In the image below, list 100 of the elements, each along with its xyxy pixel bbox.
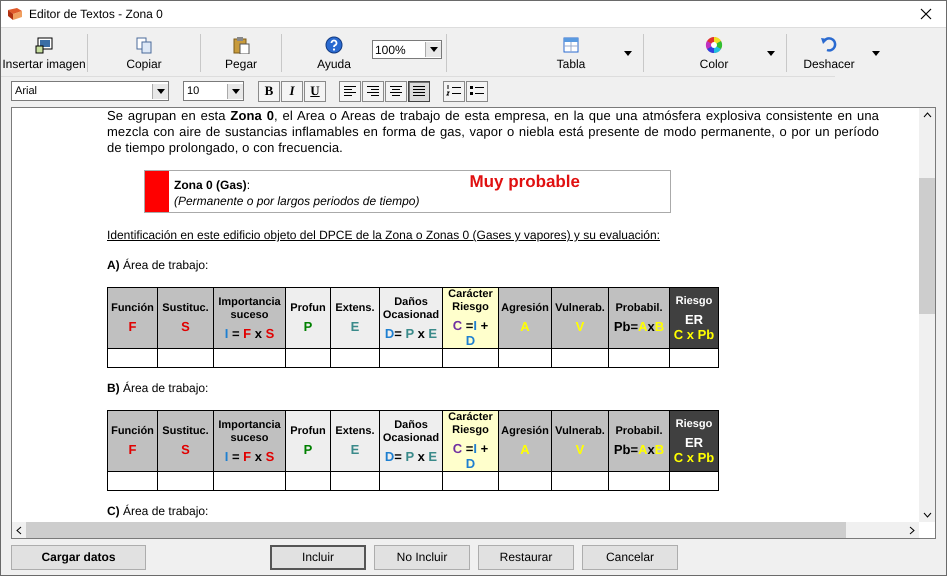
table-cell (214, 348, 286, 368)
image-button[interactable]: Insertar imagen (1, 31, 87, 75)
align-left-button[interactable] (339, 80, 361, 102)
table-cell (670, 472, 718, 490)
font-dropdown[interactable]: Arial (11, 81, 169, 101)
header-cell: Daños Ocasionad D= P x E (380, 410, 442, 472)
bold-button[interactable]: B (258, 80, 280, 102)
justify-button[interactable] (408, 80, 430, 102)
table-cell (608, 348, 670, 368)
size-dropdown[interactable]: 10 (183, 81, 244, 101)
table-cell (330, 348, 380, 368)
dropdown-arrow-icon (156, 88, 166, 94)
table-cell (380, 472, 442, 490)
header-cell: Importancia suceso I = F x S (214, 410, 286, 472)
scroll-left-icon (16, 526, 22, 534)
probability-label: Muy probable (469, 174, 580, 193)
header-cell: Función F (108, 288, 158, 348)
bullet-list-button[interactable] (466, 80, 488, 102)
table-cell (498, 348, 552, 368)
header-cell: Riesgo ER C x Pb (670, 288, 718, 348)
body-paragraph: Se agrupan en esta Zona 0, el Area o Areas de trabajo de esta empresa, en la que una atmósfera explosiva consistente en una mezcla con aire de sustancias inflamables en forma de gas, vapor o niebla está presente de modo permanente, o por un período de tiempo prolongado, o con frecuencia. (107, 108, 879, 156)
table-icon (562, 36, 580, 54)
header-cell: Vulnerab. V (552, 288, 608, 348)
dropdown-arrow-icon (230, 88, 240, 94)
area-label: B) Área de trabajo: (107, 380, 210, 396)
table-cell (380, 348, 442, 368)
align-left-icon (342, 83, 358, 99)
table-cell (552, 348, 608, 368)
dropdown-arrow-icon (766, 50, 776, 56)
table-button[interactable]: Tabla (539, 31, 599, 75)
paste-button[interactable]: Pegar (203, 31, 279, 75)
dropdown-arrow-icon (428, 46, 438, 53)
italic-button[interactable]: I (281, 80, 303, 102)
zoom-dropdown[interactable]: 100% (372, 40, 442, 59)
scrollbar-thumb[interactable] (919, 178, 935, 314)
vertical-scrollbar[interactable] (919, 108, 935, 522)
table-cell (442, 348, 498, 368)
align-right-icon (365, 83, 381, 99)
justify-icon (411, 83, 427, 99)
scroll-down-icon (922, 512, 932, 518)
dropdown-arrow-icon (871, 50, 881, 56)
zone-subtitle: (Permanente o por largos periodos de tiempo) (174, 193, 420, 209)
undo-arrow-icon (820, 36, 838, 54)
close-icon (920, 8, 932, 20)
dialog-button[interactable]: No Incluir (374, 544, 470, 570)
header-cell: Extens. E (330, 410, 380, 472)
header-cell: Carácter Riesgo C =I + D (442, 410, 498, 472)
undo-button[interactable]: Deshacer (797, 31, 857, 75)
dropdown-arrow-icon (623, 50, 633, 56)
dialog-button[interactable]: Cancelar (582, 544, 678, 570)
scroll-right-icon (909, 526, 915, 534)
book-icon (7, 7, 23, 21)
zone-title: Zona 0 (Gas): (174, 177, 252, 193)
header-cell: Riesgo ER C x Pb (670, 410, 718, 472)
align-right-button[interactable] (362, 80, 384, 102)
underline-button[interactable]: U (304, 80, 326, 102)
dialog-button[interactable]: Incluir (270, 544, 366, 570)
copy-icon (135, 36, 153, 54)
table-cell (214, 472, 286, 490)
header-cell: Extens. E (330, 288, 380, 348)
header-cell: Probabil. Pb=AxB (608, 410, 670, 472)
header-cell: Profun P (286, 410, 330, 472)
header-cell: Daños Ocasionad D= P x E (380, 288, 442, 348)
header-cell: Importancia suceso I = F x S (214, 288, 286, 348)
table-cell (108, 472, 158, 490)
dialog-button[interactable]: Restaurar (478, 544, 574, 570)
section-heading: Identificación en este edificio objeto del DPCE de la Zona o Zonas 0 (Gases y vapores) y su evaluación: (107, 227, 661, 243)
table-cell (286, 472, 330, 490)
header-cell: Agresión A (498, 288, 552, 348)
dialog-button[interactable]: Cargar datos (11, 544, 146, 570)
header-cell: Sustituc. S (158, 288, 214, 348)
table-cell (670, 348, 718, 368)
header-cell: Vulnerab. V (552, 410, 608, 472)
align-center-icon (388, 83, 404, 99)
table-cell (498, 472, 552, 490)
header-cell: Probabil. Pb=AxB (608, 288, 670, 348)
scroll-up-icon (922, 112, 932, 118)
header-cell: Sustituc. S (158, 410, 214, 472)
table-cell (286, 348, 330, 368)
help-icon (325, 36, 343, 54)
area-label: A) Área de trabajo: (107, 257, 210, 273)
area-label: C) Área de trabajo: (107, 503, 210, 519)
table-cell (158, 472, 214, 490)
clipboard-icon (232, 36, 250, 54)
copy-button[interactable]: Copiar (96, 31, 192, 75)
header-cell: Agresión A (498, 410, 552, 472)
numbered-list-button[interactable] (443, 80, 465, 102)
color-wheel-icon (705, 36, 723, 54)
picture-frame-icon (35, 36, 53, 54)
header-cell: Profun P (286, 288, 330, 348)
header-cell: Función F (108, 410, 158, 472)
table-cell (442, 472, 498, 490)
table-cell (108, 348, 158, 368)
table-cell (608, 472, 670, 490)
color-button[interactable]: Color (682, 31, 742, 75)
table-cell (552, 472, 608, 490)
align-center-button[interactable] (385, 80, 407, 102)
header-cell: Carácter Riesgo C =I + D (442, 288, 498, 348)
help-button[interactable]: Ayuda (304, 31, 364, 75)
window-title: Editor de Textos - Zona 0 (29, 7, 164, 21)
